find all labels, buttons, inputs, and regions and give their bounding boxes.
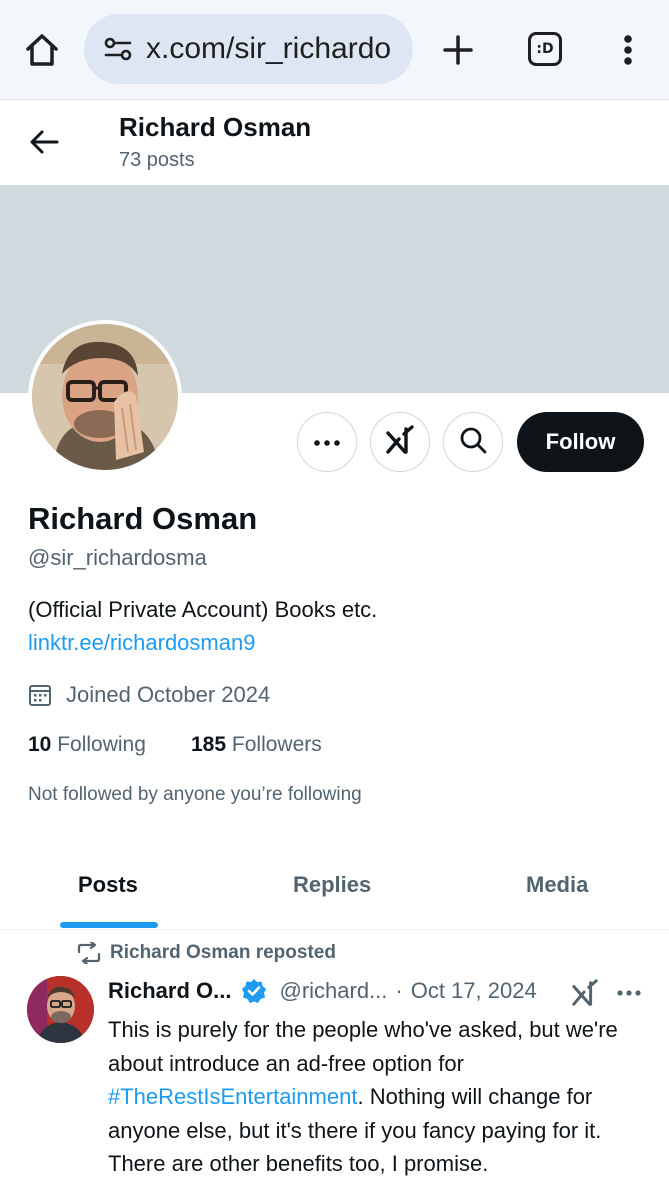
post-author-name[interactable]: Richard O... [108,978,231,1004]
post-hashtag[interactable]: #TheRestIsEntertainment [108,1084,357,1109]
post-author-avatar[interactable] [27,976,94,1043]
not-followed-notice: Not followed by anyone you’re following [28,784,362,805]
tab-switcher-icon[interactable]: :D [528,32,562,66]
more-icon[interactable] [612,977,646,1009]
tab-posts[interactable]: Posts [78,872,138,898]
site-settings-icon[interactable] [98,29,138,69]
profile-link[interactable]: linktr.ee/richardosman9 [28,630,255,656]
post-date[interactable]: Oct 17, 2024 [411,978,537,1004]
tab-switcher-label: :D [536,41,554,57]
calendar-icon [28,682,54,708]
following-link[interactable]: 10 Following [28,733,146,757]
post-separator: · [395,978,403,1003]
browser-menu-icon[interactable] [612,28,644,72]
following-count: 10 [28,733,52,756]
repost-label[interactable]: Richard Osman reposted [110,942,336,964]
joined-date: Joined October 2024 [66,682,271,707]
search-icon [459,426,487,459]
grok-icon[interactable] [569,977,601,1009]
repost-icon [76,942,102,964]
post-text: This is purely for the people who've ask… [108,1013,653,1181]
profile-tabs: Posts Replies Media [0,850,669,930]
profile-handle: @sir_richardosma [28,545,207,570]
following-label: Following [57,733,146,756]
more-options-button[interactable] [297,412,357,472]
active-tab-indicator [60,922,158,928]
verified-badge-icon [241,978,267,1004]
header-name: Richard Osman [119,112,312,142]
post-author-handle[interactable]: @richard... [279,978,387,1004]
profile-joined: Joined October 2024 [28,682,270,708]
post-text-part-1: This is purely for the people who've ask… [108,1017,618,1076]
back-arrow-icon[interactable] [22,120,66,164]
home-icon[interactable] [20,28,64,72]
address-bar[interactable]: x.com/sir_richardo [84,14,413,84]
tab-media[interactable]: Media [526,872,588,898]
search-button[interactable] [443,412,503,472]
follow-button[interactable]: Follow [517,412,644,472]
new-tab-plus-icon[interactable] [436,28,480,72]
browser-toolbar: x.com/sir_richardo :D [0,0,669,100]
grok-button[interactable] [370,412,430,472]
more-icon [314,433,340,451]
profile-name: Richard Osman [28,501,258,536]
header-posts-count: 73 posts [119,149,195,171]
followers-link[interactable]: 185 Followers [191,733,322,757]
profile-avatar[interactable] [28,320,182,474]
followers-label: Followers [231,733,322,756]
grok-icon [385,424,415,460]
profile-bio: (Official Private Account) Books etc. [28,597,378,622]
tab-replies[interactable]: Replies [293,872,371,898]
followers-count: 185 [191,733,227,756]
post-header: Richard O... @richard... · Oct 17, 2024 [108,978,537,1004]
url-text[interactable]: x.com/sir_richardo [146,32,391,66]
repost-indicator: Richard Osman reposted [76,942,336,964]
